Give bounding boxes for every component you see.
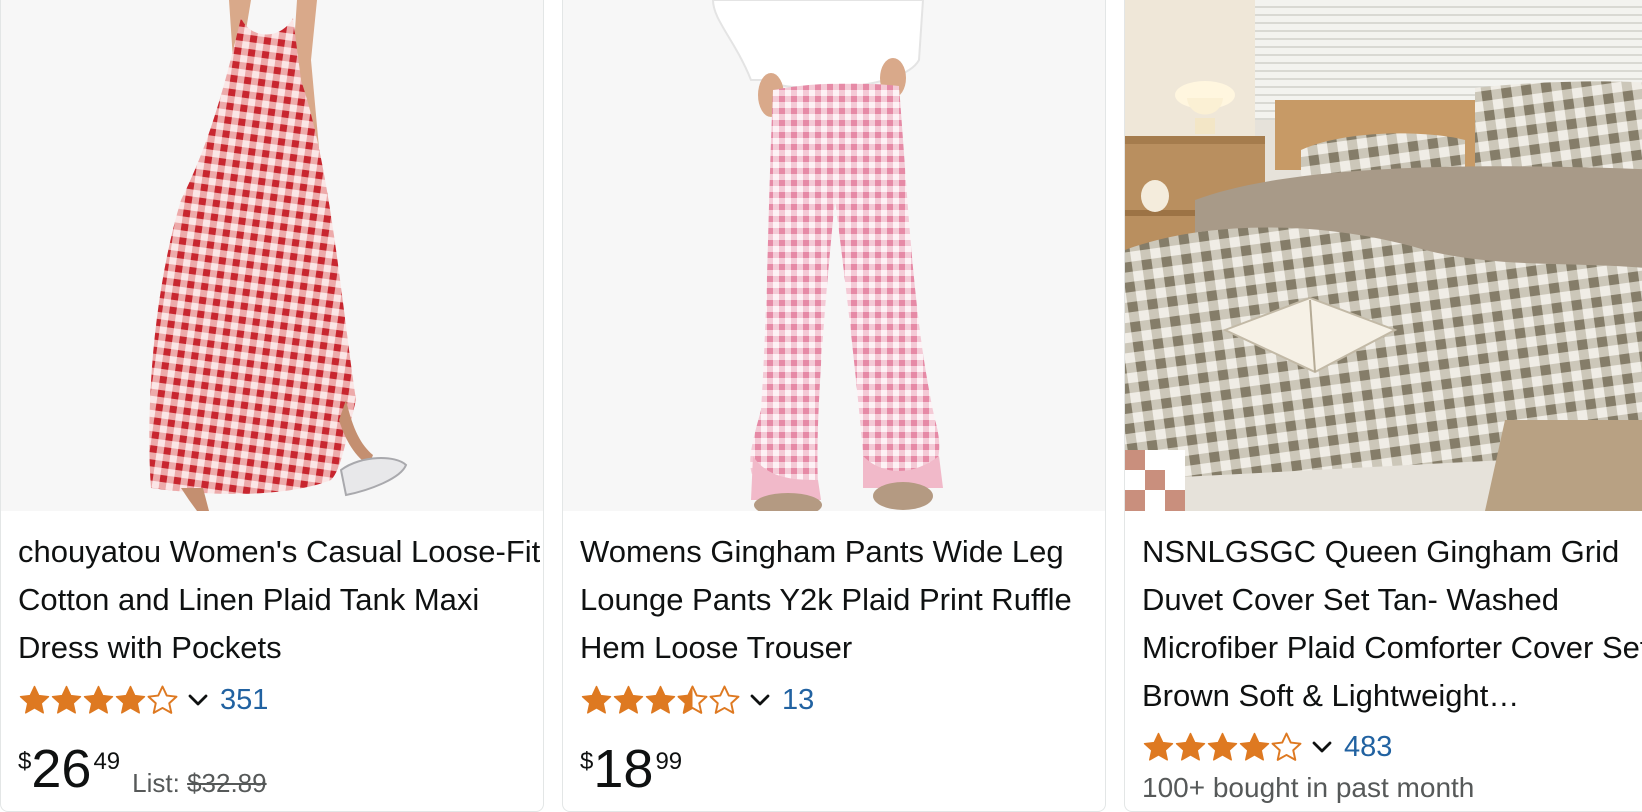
product-card: NSNLGSGC Queen Gingham Grid Duvet Cover … xyxy=(1124,0,1642,812)
star-empty-icon xyxy=(146,684,179,717)
star-filled-icon xyxy=(1174,731,1207,764)
star-filled-icon xyxy=(1142,731,1175,764)
product-title[interactable]: Womens Gingham Pants Wide Leg Lounge Pan… xyxy=(580,528,1100,672)
rating-row: 13 xyxy=(580,680,814,720)
product-image[interactable] xyxy=(1125,0,1642,511)
star-filled-icon xyxy=(18,684,51,717)
price: $ 26 49 List: $32.89 xyxy=(18,738,267,808)
chevron-down-icon[interactable] xyxy=(186,688,210,712)
price-whole: 18 xyxy=(593,739,654,799)
product-card: Womens Gingham Pants Wide Leg Lounge Pan… xyxy=(562,0,1106,812)
list-price-value: $32.89 xyxy=(187,768,267,798)
product-image[interactable] xyxy=(1,0,543,511)
review-count-link[interactable]: 483 xyxy=(1344,731,1392,764)
star-rating[interactable] xyxy=(18,684,178,717)
review-count-link[interactable]: 351 xyxy=(220,684,268,717)
product-title[interactable]: NSNLGSGC Queen Gingham Grid Duvet Cover … xyxy=(1142,528,1642,720)
star-filled-icon xyxy=(114,684,147,717)
star-filled-icon xyxy=(580,684,613,717)
price: $ 18 99 xyxy=(580,738,682,808)
bought-in-past-month: 100+ bought in past month xyxy=(1142,772,1475,803)
price-fraction: 49 xyxy=(93,748,121,775)
star-empty-icon xyxy=(1270,731,1303,764)
star-filled-icon xyxy=(1238,731,1271,764)
star-rating[interactable] xyxy=(580,684,740,717)
price-symbol: $ xyxy=(580,748,594,775)
star-half-icon xyxy=(676,684,709,717)
star-filled-icon xyxy=(1206,731,1239,764)
star-filled-icon xyxy=(612,684,645,717)
price-fraction: 99 xyxy=(655,748,683,775)
product-card: chouyatou Women's Casual Loose-Fit Cotto… xyxy=(0,0,544,812)
price-whole: 26 xyxy=(31,739,92,799)
star-filled-icon xyxy=(50,684,83,717)
product-title[interactable]: chouyatou Women's Casual Loose-Fit Cotto… xyxy=(18,528,543,672)
product-image[interactable] xyxy=(563,0,1105,511)
price-symbol: $ xyxy=(18,748,32,775)
review-count-link[interactable]: 13 xyxy=(782,684,814,717)
chevron-down-icon[interactable] xyxy=(1310,735,1334,759)
list-price: List: $32.89 xyxy=(132,768,266,799)
chevron-down-icon[interactable] xyxy=(748,688,772,712)
rating-row: 351 xyxy=(18,680,268,720)
star-filled-icon xyxy=(644,684,677,717)
star-rating[interactable] xyxy=(1142,731,1302,764)
star-filled-icon xyxy=(82,684,115,717)
star-empty-icon xyxy=(708,684,741,717)
list-label: List: xyxy=(132,768,180,798)
rating-row: 483 xyxy=(1142,727,1392,767)
